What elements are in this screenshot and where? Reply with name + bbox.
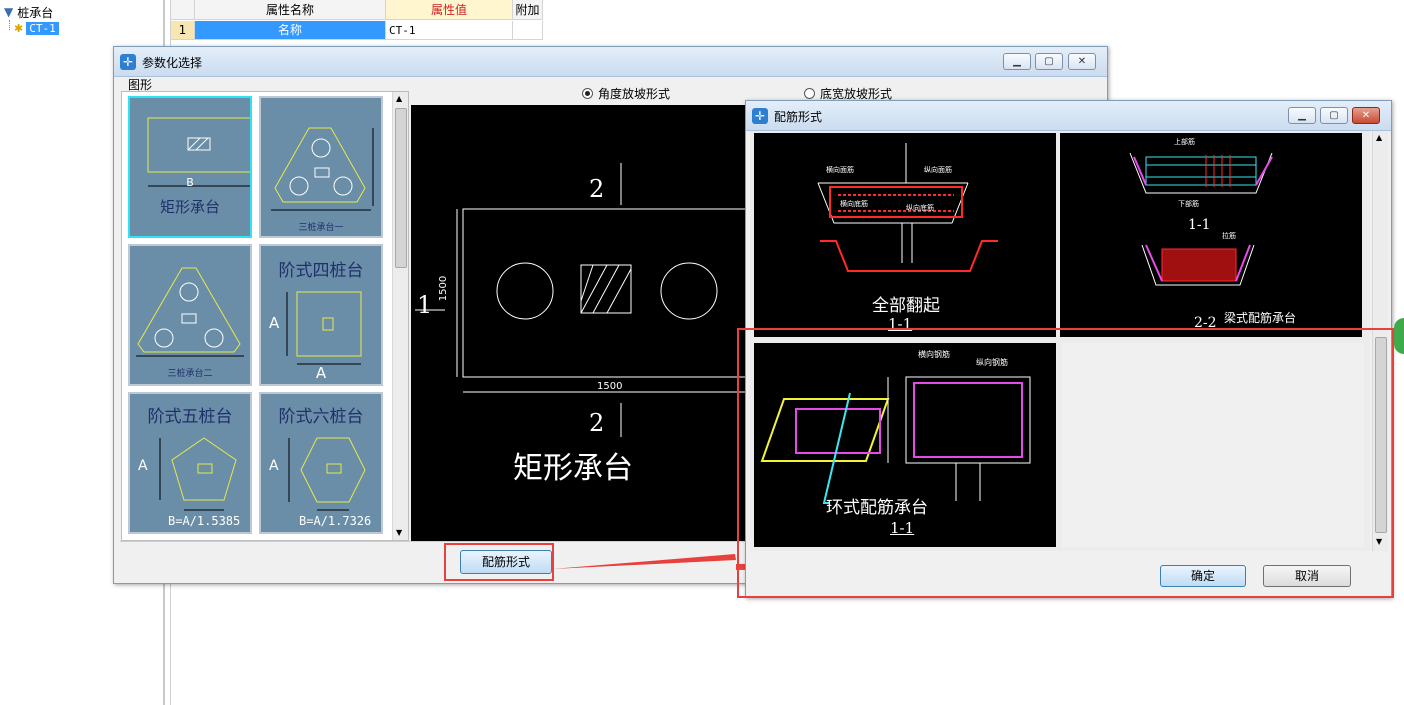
rebar-option-full-bentup[interactable]: 横向面筋 纵向面筋 横向底筋 纵向底筋 全部翻起 1-1 [754, 133, 1056, 337]
beam-type-section-drawing [1129, 152, 1273, 286]
rebar-label: 上部筋 [1174, 138, 1195, 146]
highlight-box-rebar-dialog [737, 328, 1394, 598]
rebar-label: 横向面筋 [826, 166, 854, 174]
rebar-label: 横向底筋 [840, 200, 868, 208]
maximize-button[interactable]: ▢ [1320, 107, 1348, 124]
title-bar[interactable]: ✛ 配筋形式 ▁ ▢ ✕ [746, 101, 1391, 131]
scroll-up-arrow-icon[interactable]: ▲ [1376, 133, 1382, 142]
rebar-label: 拉筋 [1222, 232, 1236, 240]
dialog-title: 配筋形式 [774, 110, 823, 124]
side-badge [1394, 318, 1404, 354]
minimize-button[interactable]: ▁ [1288, 107, 1316, 124]
section-label: 1-1 [1188, 217, 1211, 233]
rebar-option-beam-type[interactable]: 上部筋 下部筋 拉筋 1-1 2-2 梁式配筋承台 [1060, 133, 1362, 337]
rebar-label: 纵向底筋 [906, 204, 934, 212]
close-button[interactable]: ✕ [1352, 107, 1380, 124]
panel-caption: 梁式配筋承台 [1224, 311, 1297, 325]
rebar-label: 纵向面筋 [924, 166, 952, 174]
app-icon: ✛ [752, 108, 768, 124]
panel-caption: 全部翻起 [872, 296, 940, 316]
rebar-label: 下部筋 [1178, 200, 1199, 208]
